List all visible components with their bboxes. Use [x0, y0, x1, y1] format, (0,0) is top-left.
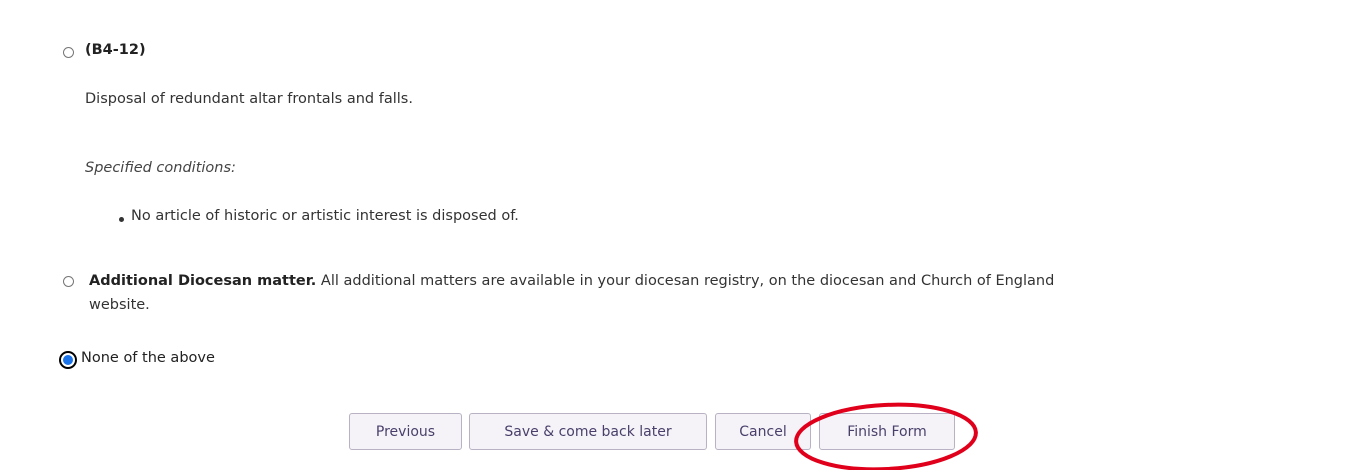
option-text-line2: website.	[89, 297, 150, 313]
save-and-come-back-later-button[interactable]: Save & come back later	[469, 413, 707, 450]
option-title: Additional Diocesan matter.	[89, 273, 317, 289]
radio-none-of-the-above[interactable]	[59, 351, 77, 369]
conditions-heading: Specified conditions:	[85, 160, 236, 176]
option-none-label: None of the above	[81, 350, 215, 366]
bullet-icon	[119, 217, 124, 222]
option-text-line1: All additional matters are available in …	[320, 273, 1055, 289]
option-description: Disposal of redundant altar frontals and…	[85, 91, 413, 107]
radio-b4-12[interactable]	[63, 47, 74, 58]
annotation-circle	[794, 402, 978, 470]
option-code-label: (B4-12)	[85, 42, 146, 58]
finish-form-button[interactable]: Finish Form	[819, 413, 955, 450]
radio-additional-diocesan-matter[interactable]	[63, 276, 74, 287]
condition-text: No article of historic or artistic inter…	[131, 208, 519, 224]
cancel-button[interactable]: Cancel	[715, 413, 811, 450]
previous-button[interactable]: Previous	[349, 413, 462, 450]
option-additional-text: Additional Diocesan matter. All addition…	[89, 273, 1054, 289]
